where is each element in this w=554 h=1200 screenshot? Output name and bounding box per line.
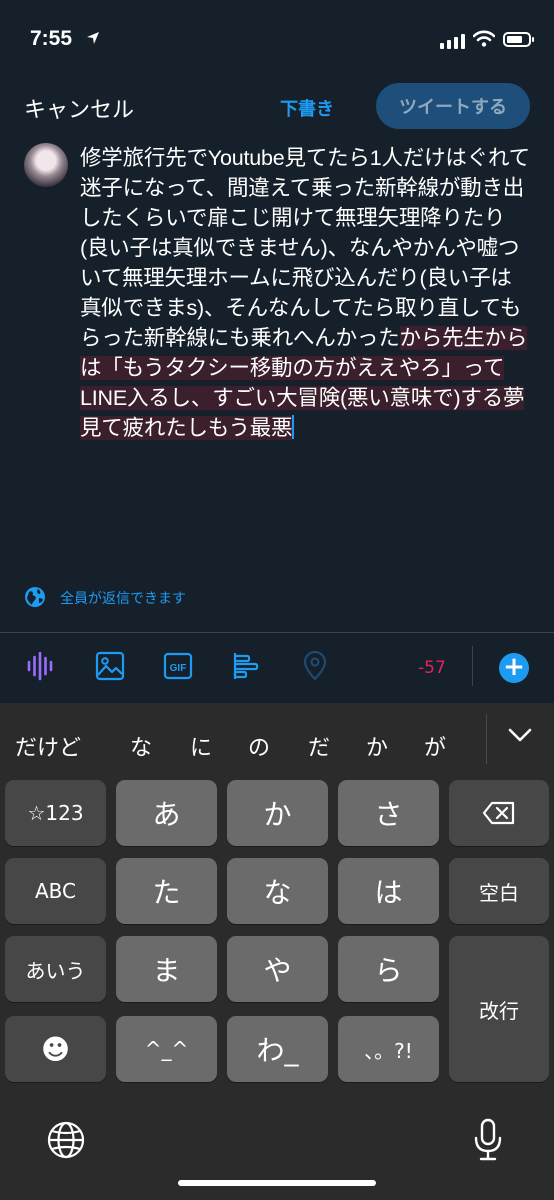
status-time: 7:55	[30, 27, 73, 50]
emoji-key[interactable]: ☻	[5, 1016, 106, 1082]
suggestion-item[interactable]: だけど	[15, 730, 81, 762]
voice-wave-icon[interactable]	[26, 651, 54, 681]
globe-icon[interactable]	[46, 1120, 86, 1160]
microphone-icon[interactable]	[472, 1118, 504, 1162]
wifi-icon	[473, 30, 495, 47]
suggestion-item[interactable]: に	[190, 730, 212, 762]
key-ta[interactable]: た	[116, 858, 217, 924]
key-wa[interactable]: わ_	[227, 1016, 328, 1082]
tweet-button[interactable]: ツイートする	[376, 83, 530, 129]
character-count: -57	[418, 658, 446, 678]
suggestion-separator	[486, 714, 487, 764]
cancel-button[interactable]: キャンセル	[24, 92, 134, 124]
tweet-text-body: 修学旅行先でYoutube見てたら1人だけはぐれて迷子になって、間違えて乗った新…	[80, 146, 530, 350]
suggestion-item[interactable]: な	[130, 730, 152, 762]
symbols-key[interactable]: ☆123	[5, 780, 106, 846]
key-ma[interactable]: ま	[116, 936, 217, 1002]
globe-icon[interactable]	[24, 586, 46, 608]
drafts-button[interactable]: 下書き	[280, 95, 334, 121]
suggestion-item[interactable]: か	[366, 730, 388, 762]
space-key[interactable]: 空白	[449, 858, 549, 924]
home-indicator	[178, 1180, 376, 1186]
battery-icon	[503, 32, 534, 47]
abc-key[interactable]: ABC	[5, 858, 106, 924]
reply-setting-button[interactable]: 全員が返信できます	[60, 588, 186, 608]
key-ra[interactable]: ら	[338, 936, 439, 1002]
suggestion-item[interactable]: だ	[308, 730, 330, 762]
key-ka[interactable]: か	[227, 780, 328, 846]
key-na[interactable]: な	[227, 858, 328, 924]
add-tweet-button[interactable]: +	[499, 653, 529, 683]
image-icon[interactable]	[95, 651, 125, 681]
chevron-down-icon[interactable]	[506, 725, 534, 745]
toolbar-separator	[472, 646, 473, 686]
suggestion-item[interactable]: が	[424, 730, 446, 762]
poll-icon[interactable]	[232, 651, 262, 681]
key-sa[interactable]: さ	[338, 780, 439, 846]
text-caret	[292, 415, 295, 439]
avatar	[24, 143, 68, 187]
location-icon[interactable]	[302, 651, 328, 681]
key-ya[interactable]: や	[227, 936, 328, 1002]
enter-key[interactable]: 改行	[449, 936, 549, 1082]
tweet-compose-textarea[interactable]: 修学旅行先でYoutube見てたら1人だけはぐれて迷子になって、間違えて乗った新…	[80, 143, 530, 443]
cellular-signal-icon	[440, 34, 465, 49]
location-arrow-icon	[87, 32, 99, 44]
kana-key[interactable]: あいう	[5, 936, 106, 1002]
punctuation-key[interactable]: 、。?!	[338, 1016, 439, 1082]
svg-text:GIF: GIF	[170, 663, 187, 674]
suggestion-bar	[0, 703, 554, 775]
backspace-icon	[482, 801, 515, 825]
key-ha[interactable]: は	[338, 858, 439, 924]
gif-icon[interactable]: GIF	[163, 651, 193, 681]
kaomoji-key[interactable]: ^_^	[116, 1016, 217, 1082]
suggestion-item[interactable]: の	[248, 730, 270, 762]
key-a[interactable]: あ	[116, 780, 217, 846]
backspace-key[interactable]	[449, 780, 549, 846]
compose-toolbar: GIF	[0, 633, 554, 703]
